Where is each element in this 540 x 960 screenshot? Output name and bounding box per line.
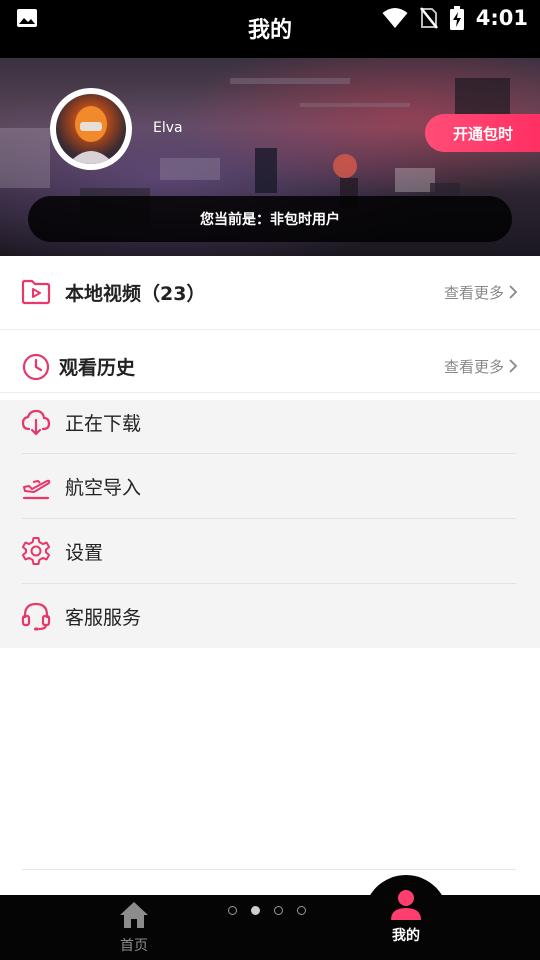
menu-list: 正在下载 航空导入 设置 客服服务 <box>0 400 540 648</box>
watch-history-label: 观看历史 <box>59 356 136 379</box>
page-dot <box>228 906 237 915</box>
menu-item-label: 设置 <box>65 541 104 564</box>
open-vip-button[interactable]: 开通包时 <box>425 114 540 152</box>
menu-item-downloading[interactable]: 正在下载 <box>0 390 540 454</box>
menu-item-customer-service[interactable]: 客服服务 <box>0 584 540 648</box>
local-videos-more[interactable]: 查看更多 <box>444 282 518 303</box>
menu-item-label: 航空导入 <box>65 476 142 499</box>
local-videos-label: 本地视频（23） <box>65 282 206 305</box>
nav-me[interactable]: 我的 <box>364 875 448 959</box>
status-time: 4:01 <box>475 6 528 30</box>
status-icons: 4:01 <box>382 4 528 32</box>
clock-icon <box>22 353 50 381</box>
chevron-right-icon <box>509 285 518 299</box>
home-icon <box>120 902 148 928</box>
menu-item-air-import[interactable]: 航空导入 <box>0 454 540 518</box>
page-dot <box>274 906 283 915</box>
wifi-icon <box>382 8 408 28</box>
nav-home[interactable]: 首页 <box>104 901 164 957</box>
page-dot-active <box>251 906 260 915</box>
menu-item-label: 正在下载 <box>65 412 142 435</box>
local-videos-row[interactable]: 本地视频（23） 查看更多 <box>0 256 540 328</box>
username: Elva <box>153 120 183 136</box>
nav-home-label: 首页 <box>120 938 148 954</box>
membership-status: 您当前是：非包时用户 <box>28 196 512 242</box>
battery-charging-icon <box>449 6 464 30</box>
top-bar: 我的 4:01 <box>0 0 540 58</box>
local-videos-more-label: 查看更多 <box>443 283 504 302</box>
avatar[interactable] <box>50 88 132 170</box>
page-indicator <box>228 906 306 915</box>
cloud-download-icon <box>21 409 51 436</box>
gear-icon <box>21 537 51 565</box>
folder-play-icon <box>21 279 51 305</box>
menu-item-settings[interactable]: 设置 <box>0 519 540 583</box>
user-icon <box>391 890 421 920</box>
watch-history-more-label: 查看更多 <box>443 357 504 376</box>
headset-icon <box>21 602 51 631</box>
watch-history-more[interactable]: 查看更多 <box>444 356 518 377</box>
avatar-image <box>56 94 126 164</box>
page-dot <box>297 906 306 915</box>
profile-banner: Elva 开通包时 您当前是：非包时用户 <box>0 58 540 256</box>
no-sim-icon <box>419 7 438 29</box>
bottom-navigation: 首页 <box>0 895 540 960</box>
nav-me-label: 我的 <box>392 928 420 944</box>
chevron-right-icon <box>509 359 518 373</box>
airplane-import-icon <box>22 479 51 500</box>
content-end-divider <box>22 869 516 870</box>
menu-item-label: 客服服务 <box>65 606 142 629</box>
